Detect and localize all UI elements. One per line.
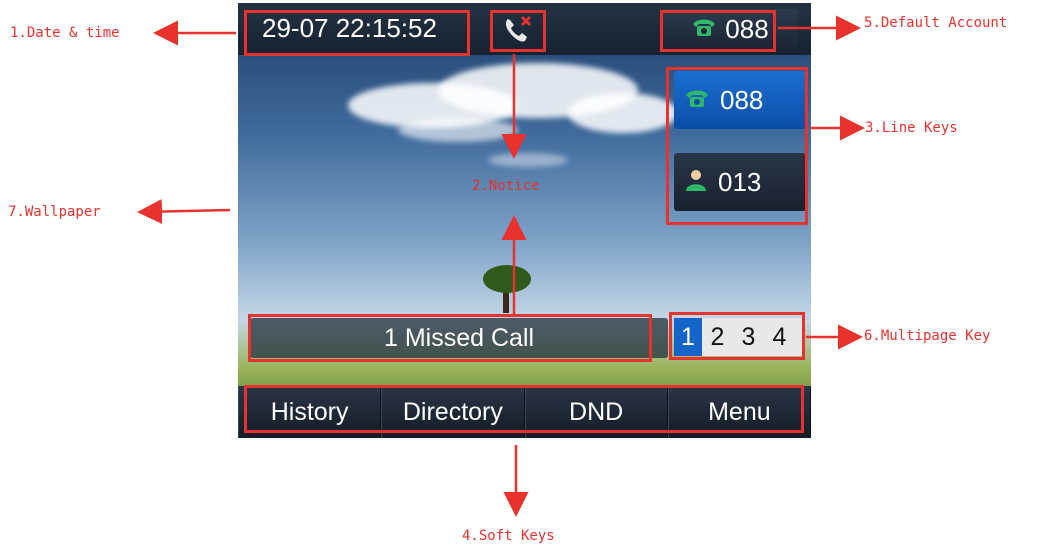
annotation-notice: 2.Notice [472,178,540,194]
annotation-soft-keys: 4.Soft Keys [462,528,555,544]
annotation-date-time: 1.Date & time [10,25,120,41]
annotation-multipage: 6.Multipage Key [864,328,991,344]
annotation-default-account: 5.Default Account [864,15,1008,31]
annotation-arrows [137,15,865,517]
annotation-line-keys: 3.Line Keys [865,120,958,136]
annotation-wallpaper: 7.Wallpaper [8,204,101,220]
